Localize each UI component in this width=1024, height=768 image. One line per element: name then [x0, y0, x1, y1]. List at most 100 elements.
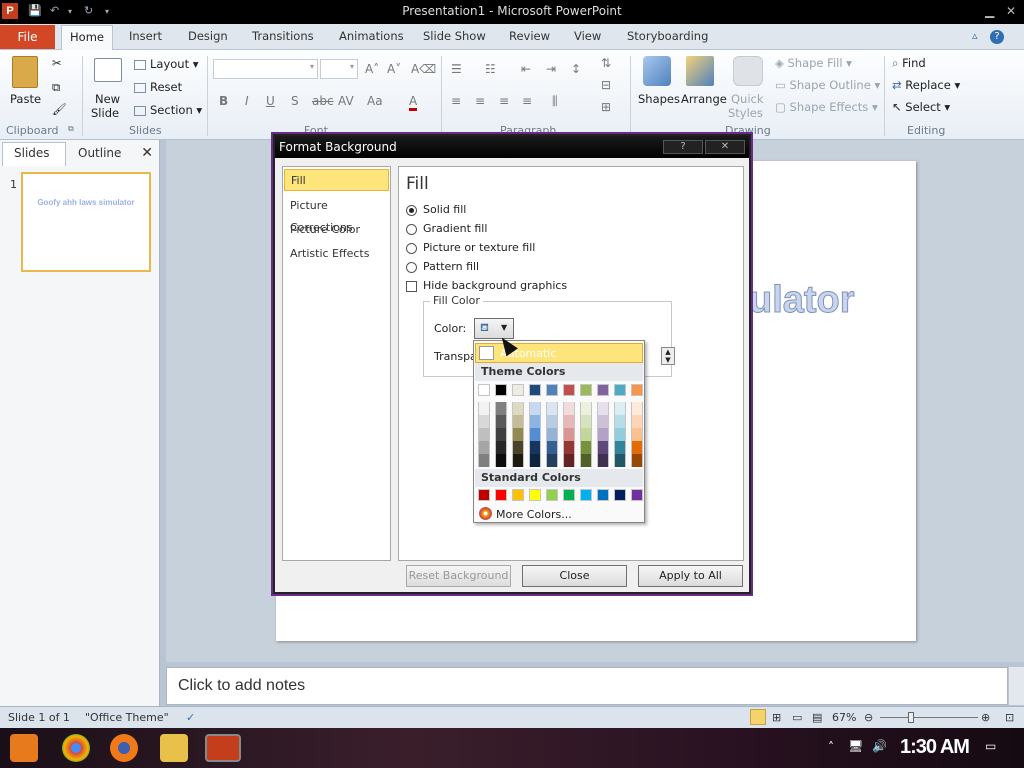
start-icon[interactable]: [10, 734, 38, 762]
copy-icon[interactable]: ⧉: [52, 80, 60, 95]
firefox-icon[interactable]: [110, 734, 138, 762]
picture-fill-radio[interactable]: [406, 242, 417, 254]
decrease-indent-icon[interactable]: ⇤: [521, 62, 531, 76]
tab-view[interactable]: View: [574, 29, 601, 43]
theme-shade-swatch[interactable]: [580, 415, 592, 428]
theme-color-swatch[interactable]: [580, 384, 592, 396]
theme-shade-swatch[interactable]: [529, 454, 541, 467]
zoom-level[interactable]: 67%: [832, 711, 856, 724]
standard-color-swatch[interactable]: [529, 489, 541, 501]
theme-color-swatch[interactable]: [597, 384, 609, 396]
tab-transitions[interactable]: Transitions: [252, 29, 314, 43]
align-left-icon[interactable]: ≡: [451, 94, 461, 108]
theme-shade-swatch[interactable]: [563, 454, 575, 467]
reset-button[interactable]: Reset: [134, 80, 182, 94]
increase-indent-icon[interactable]: ⇥: [546, 62, 556, 76]
text-direction-icon[interactable]: ⇅: [601, 56, 611, 70]
theme-shade-swatch[interactable]: [597, 415, 609, 428]
dialog-close-icon[interactable]: ✕: [705, 140, 745, 154]
close-window-icon[interactable]: ✕: [1006, 4, 1016, 18]
reset-background-button[interactable]: Reset Background: [406, 565, 511, 587]
more-colors-item[interactable]: More Colors...: [496, 508, 572, 521]
chrome-icon[interactable]: [62, 734, 90, 762]
tab-file[interactable]: File: [0, 25, 55, 49]
strikethrough-icon[interactable]: abc: [312, 94, 334, 108]
spell-check-icon[interactable]: ✓: [186, 711, 195, 724]
cut-icon[interactable]: ✂: [52, 56, 62, 70]
theme-shade-swatch[interactable]: [631, 415, 643, 428]
zoom-in-icon[interactable]: ⊕: [981, 711, 990, 724]
hide-graphics-option[interactable]: Hide background graphics: [406, 279, 567, 292]
theme-shade-swatch[interactable]: [563, 402, 575, 415]
dialog-help-icon[interactable]: ?: [663, 140, 703, 154]
fit-slide-icon[interactable]: ⊡: [1005, 711, 1014, 724]
tab-animations[interactable]: Animations: [339, 29, 404, 43]
quick-styles-button-line2[interactable]: Styles: [728, 106, 763, 120]
zoom-slider[interactable]: [880, 717, 978, 718]
minimize-icon[interactable]: ▁: [985, 4, 994, 18]
theme-shade-swatch[interactable]: [580, 441, 592, 454]
theme-shade-swatch[interactable]: [495, 415, 507, 428]
theme-color-swatch[interactable]: [478, 384, 490, 396]
theme-shade-swatch[interactable]: [563, 428, 575, 441]
theme-shade-swatch[interactable]: [512, 428, 524, 441]
theme-shade-swatch[interactable]: [580, 454, 592, 467]
theme-shade-swatch[interactable]: [512, 454, 524, 467]
file-explorer-icon[interactable]: [160, 734, 188, 762]
minimize-ribbon-icon[interactable]: ▵: [972, 29, 978, 42]
theme-shade-swatch[interactable]: [512, 441, 524, 454]
theme-shade-swatch[interactable]: [614, 441, 626, 454]
shape-effects-button[interactable]: ▢ Shape Effects ▾: [775, 100, 878, 114]
theme-shade-swatch[interactable]: [580, 402, 592, 415]
theme-shade-swatch[interactable]: [631, 402, 643, 415]
bold-icon[interactable]: B: [219, 94, 228, 108]
theme-shade-swatch[interactable]: [597, 402, 609, 415]
gradient-fill-radio[interactable]: [406, 223, 417, 235]
new-slide-button-line2[interactable]: Slide: [91, 106, 119, 120]
solid-fill-radio[interactable]: [406, 204, 417, 216]
zoom-slider-thumb[interactable]: [908, 712, 914, 723]
theme-shade-swatch[interactable]: [580, 428, 592, 441]
theme-shade-swatch[interactable]: [614, 454, 626, 467]
theme-shade-swatch[interactable]: [546, 402, 558, 415]
theme-name[interactable]: "Office Theme": [85, 711, 169, 724]
solid-fill-option[interactable]: Solid fill: [406, 203, 466, 216]
nav-fill[interactable]: Fill: [284, 169, 389, 191]
theme-color-swatch[interactable]: [512, 384, 524, 396]
theme-shade-swatch[interactable]: [529, 415, 541, 428]
transparency-spinner[interactable]: ▲ ▼: [661, 347, 675, 365]
bullets-icon[interactable]: ☰: [451, 62, 462, 76]
nav-picture-corrections[interactable]: Picture Corrections: [284, 195, 389, 234]
theme-shade-swatch[interactable]: [495, 428, 507, 441]
shape-outline-button[interactable]: ▭ Shape Outline ▾: [775, 78, 880, 92]
theme-shade-swatch[interactable]: [597, 428, 609, 441]
find-button[interactable]: ⌕ Find: [892, 56, 926, 71]
clipboard-launcher-icon[interactable]: ⧉: [68, 124, 74, 134]
theme-shade-swatch[interactable]: [631, 441, 643, 454]
theme-shade-swatch[interactable]: [631, 454, 643, 467]
theme-color-swatch[interactable]: [563, 384, 575, 396]
theme-shade-swatch[interactable]: [563, 415, 575, 428]
theme-shade-swatch[interactable]: [529, 441, 541, 454]
theme-shade-swatch[interactable]: [478, 415, 490, 428]
gradient-fill-option[interactable]: Gradient fill: [406, 222, 487, 235]
normal-view-icon[interactable]: [750, 709, 766, 725]
tab-slides[interactable]: Slides: [14, 146, 50, 160]
format-painter-icon[interactable]: 🖌: [52, 102, 67, 116]
vertical-scrollbar[interactable]: [1009, 667, 1024, 705]
paste-icon[interactable]: [12, 56, 38, 88]
slide-title-text[interactable]: ulator: [749, 279, 856, 322]
theme-color-swatch[interactable]: [495, 384, 507, 396]
tab-storyboarding[interactable]: Storyboarding: [627, 29, 708, 43]
slide-thumbnail[interactable]: Goofy ahh laws simulator: [21, 172, 151, 272]
theme-shade-swatch[interactable]: [478, 402, 490, 415]
pattern-fill-radio[interactable]: [406, 261, 417, 273]
pattern-fill-option[interactable]: Pattern fill: [406, 260, 479, 273]
close-pane-icon[interactable]: ✕: [141, 145, 153, 161]
standard-color-swatch[interactable]: [563, 489, 575, 501]
slide-show-icon[interactable]: ▤: [812, 711, 822, 724]
theme-shade-swatch[interactable]: [614, 402, 626, 415]
font-color-icon[interactable]: A: [409, 94, 418, 111]
theme-color-swatch[interactable]: [631, 384, 643, 396]
standard-color-swatch[interactable]: [495, 489, 507, 501]
